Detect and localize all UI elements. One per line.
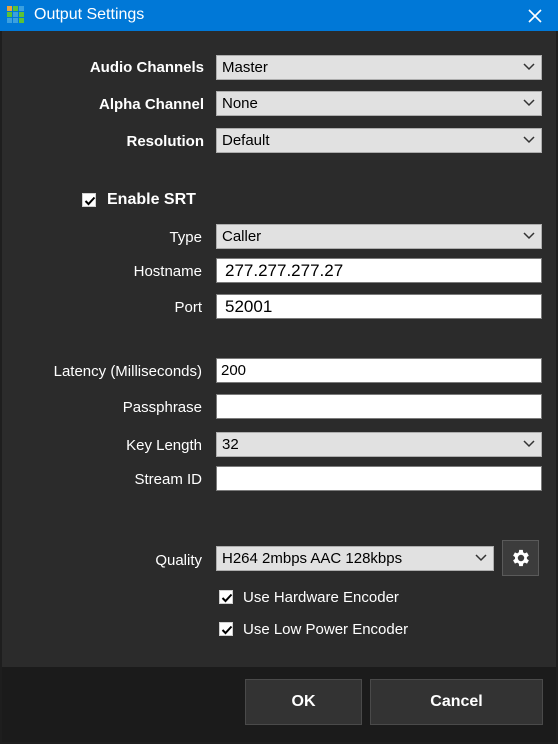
type-label: Type	[169, 229, 202, 246]
key-length-select[interactable]: 32	[216, 432, 542, 457]
use-hardware-encoder-checkbox[interactable]	[219, 590, 233, 604]
chevron-down-icon	[523, 99, 535, 107]
window-title: Output Settings	[34, 6, 145, 23]
resolution-label: Resolution	[126, 133, 205, 150]
passphrase-label: Passphrase	[122, 399, 202, 416]
title-bar: Output Settings	[0, 0, 558, 31]
chevron-down-icon	[523, 136, 535, 144]
chevron-down-icon	[523, 63, 535, 71]
hostname-input[interactable]: 277.277.277.27	[216, 258, 542, 283]
alpha-channel-value: None	[222, 95, 258, 112]
alpha-channel-select[interactable]: None	[216, 91, 542, 116]
audio-channels-value: Master	[222, 59, 268, 76]
type-value: Caller	[222, 228, 262, 245]
port-value: 52001	[225, 297, 273, 316]
close-icon	[528, 8, 542, 23]
resolution-value: Default	[222, 132, 270, 149]
quality-select[interactable]: H264 2mbps AAC 128kbps	[216, 546, 494, 571]
hostname-value: 277.277.277.27	[225, 261, 344, 280]
ok-button[interactable]: OK	[245, 679, 362, 725]
cancel-button[interactable]: Cancel	[370, 679, 543, 725]
key-length-value: 32	[222, 436, 239, 453]
port-label: Port	[174, 299, 202, 316]
latency-value: 200	[221, 362, 247, 379]
chevron-down-icon	[523, 232, 535, 240]
checkmark-icon	[221, 593, 233, 603]
app-grid-icon	[7, 6, 25, 24]
audio-channels-label: Audio Channels	[89, 59, 204, 76]
checkmark-icon	[84, 196, 96, 206]
type-select[interactable]: Caller	[216, 224, 542, 249]
quality-settings-button[interactable]	[502, 540, 539, 576]
port-input[interactable]: 52001	[216, 294, 542, 319]
latency-input[interactable]: 200	[216, 358, 542, 383]
chevron-down-icon	[475, 554, 487, 562]
key-length-label: Key Length	[126, 437, 202, 454]
stream-id-input[interactable]	[216, 466, 542, 491]
use-low-power-encoder-label: Use Low Power Encoder	[243, 621, 409, 638]
audio-channels-select[interactable]: Master	[216, 55, 542, 80]
checkmark-icon	[221, 625, 233, 635]
hostname-label: Hostname	[133, 263, 202, 280]
gear-icon	[512, 549, 529, 567]
chevron-down-icon	[523, 440, 535, 448]
enable-srt-checkbox[interactable]	[82, 193, 96, 207]
quality-label: Quality	[155, 552, 202, 569]
resolution-select[interactable]: Default	[216, 128, 542, 153]
alpha-channel-label: Alpha Channel	[98, 96, 204, 113]
quality-value: H264 2mbps AAC 128kbps	[222, 550, 403, 567]
passphrase-input[interactable]	[216, 394, 542, 419]
settings-panel	[2, 31, 556, 667]
use-low-power-encoder-checkbox[interactable]	[219, 622, 233, 636]
latency-label: Latency (Milliseconds)	[53, 363, 202, 380]
enable-srt-label: Enable SRT	[107, 191, 196, 208]
stream-id-label: Stream ID	[134, 471, 202, 488]
close-button[interactable]	[512, 0, 558, 31]
use-hardware-encoder-label: Use Hardware Encoder	[243, 589, 399, 606]
